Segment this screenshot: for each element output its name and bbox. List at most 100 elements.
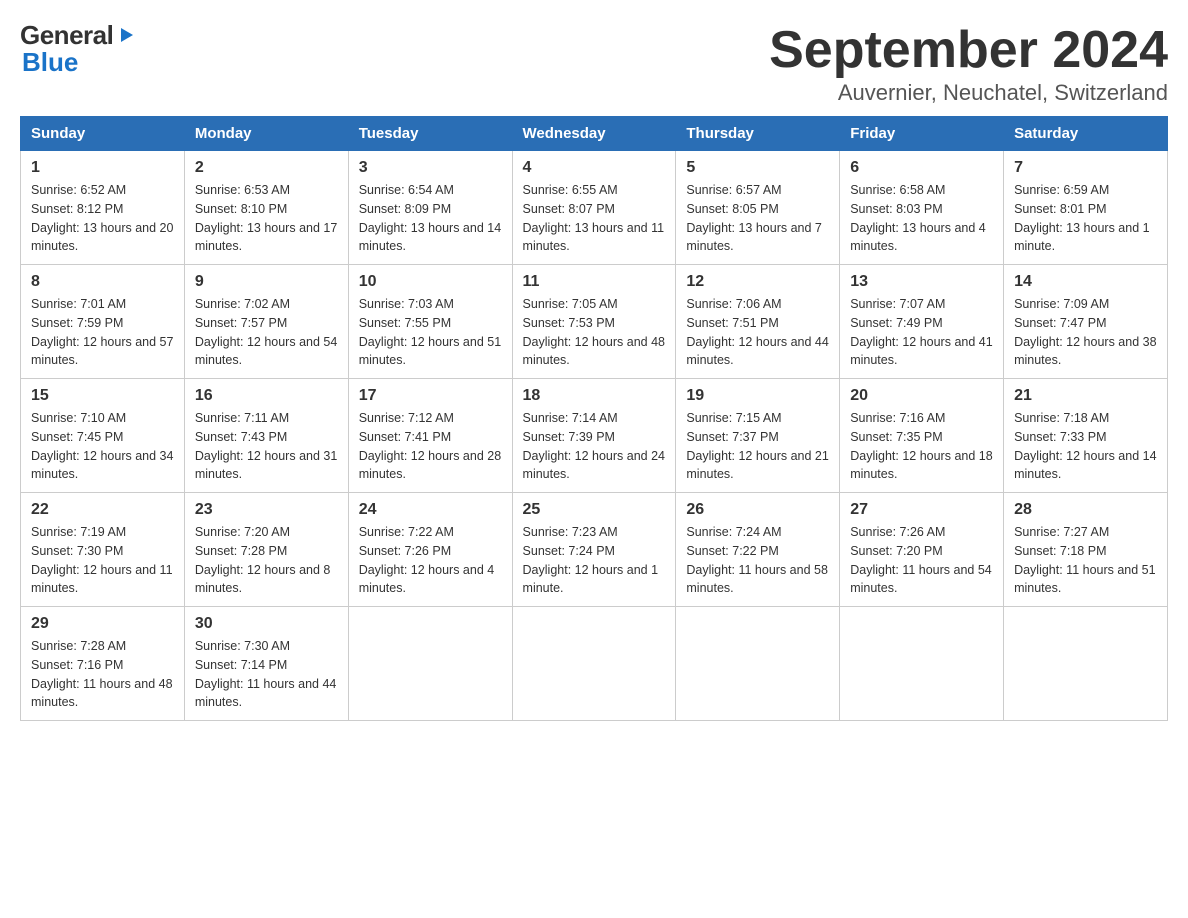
day-number: 27 xyxy=(850,501,993,519)
day-info: Sunrise: 7:15 AMSunset: 7:37 PMDaylight:… xyxy=(686,409,829,484)
calendar-cell: 28 Sunrise: 7:27 AMSunset: 7:18 PMDayligh… xyxy=(1004,493,1168,607)
day-number: 23 xyxy=(195,501,338,519)
calendar-cell: 19 Sunrise: 7:15 AMSunset: 7:37 PMDayligh… xyxy=(676,379,840,493)
day-number: 8 xyxy=(31,273,174,291)
week-row-2: 8 Sunrise: 7:01 AMSunset: 7:59 PMDaylight… xyxy=(21,265,1168,379)
calendar-cell: 29Sunrise: 7:28 AMSunset: 7:16 PMDayligh… xyxy=(21,607,185,721)
day-number: 5 xyxy=(686,159,829,177)
day-number: 2 xyxy=(195,159,338,177)
month-title: September 2024 xyxy=(769,20,1168,80)
day-info: Sunrise: 7:10 AMSunset: 7:45 PMDaylight:… xyxy=(31,409,174,484)
logo-arrow-icon xyxy=(115,22,137,53)
day-info: Sunrise: 6:53 AMSunset: 8:10 PMDaylight:… xyxy=(195,181,338,256)
day-number: 30 xyxy=(195,615,338,633)
day-number: 13 xyxy=(850,273,993,291)
calendar-cell: 1 Sunrise: 6:52 AMSunset: 8:12 PMDaylight… xyxy=(21,151,185,265)
day-info: Sunrise: 6:58 AMSunset: 8:03 PMDaylight:… xyxy=(850,181,993,256)
calendar-cell: 30Sunrise: 7:30 AMSunset: 7:14 PMDayligh… xyxy=(184,607,348,721)
logo: General Blue xyxy=(20,20,137,78)
day-number: 24 xyxy=(359,501,502,519)
weekday-header-saturday: Saturday xyxy=(1004,117,1168,151)
day-info: Sunrise: 7:09 AMSunset: 7:47 PMDaylight:… xyxy=(1014,295,1157,370)
day-number: 17 xyxy=(359,387,502,405)
calendar-cell: 16Sunrise: 7:11 AMSunset: 7:43 PMDayligh… xyxy=(184,379,348,493)
calendar-cell: 21 Sunrise: 7:18 AMSunset: 7:33 PMDayligh… xyxy=(1004,379,1168,493)
day-info: Sunrise: 7:14 AMSunset: 7:39 PMDaylight:… xyxy=(523,409,666,484)
day-number: 19 xyxy=(686,387,829,405)
calendar-cell: 5Sunrise: 6:57 AMSunset: 8:05 PMDaylight… xyxy=(676,151,840,265)
week-row-4: 22Sunrise: 7:19 AMSunset: 7:30 PMDayligh… xyxy=(21,493,1168,607)
week-row-3: 15 Sunrise: 7:10 AMSunset: 7:45 PMDayligh… xyxy=(21,379,1168,493)
title-area: September 2024 Auvernier, Neuchatel, Swi… xyxy=(769,20,1168,106)
page-header: General Blue September 2024 Auvernier, N… xyxy=(20,20,1168,106)
calendar-cell xyxy=(348,607,512,721)
day-info: Sunrise: 7:12 AMSunset: 7:41 PMDaylight:… xyxy=(359,409,502,484)
day-info: Sunrise: 7:27 AMSunset: 7:18 PMDaylight:… xyxy=(1014,523,1157,598)
day-number: 28 xyxy=(1014,501,1157,519)
weekday-header-sunday: Sunday xyxy=(21,117,185,151)
day-number: 4 xyxy=(523,159,666,177)
weekday-header-friday: Friday xyxy=(840,117,1004,151)
week-row-1: 1 Sunrise: 6:52 AMSunset: 8:12 PMDaylight… xyxy=(21,151,1168,265)
day-number: 22 xyxy=(31,501,174,519)
calendar-cell: 25Sunrise: 7:23 AMSunset: 7:24 PMDayligh… xyxy=(512,493,676,607)
weekday-header-row: SundayMondayTuesdayWednesdayThursdayFrid… xyxy=(21,117,1168,151)
day-number: 29 xyxy=(31,615,174,633)
day-number: 21 xyxy=(1014,387,1157,405)
calendar-cell: 2 Sunrise: 6:53 AMSunset: 8:10 PMDaylight… xyxy=(184,151,348,265)
day-number: 20 xyxy=(850,387,993,405)
calendar-cell: 18 Sunrise: 7:14 AMSunset: 7:39 PMDayligh… xyxy=(512,379,676,493)
weekday-header-thursday: Thursday xyxy=(676,117,840,151)
day-info: Sunrise: 7:05 AMSunset: 7:53 PMDaylight:… xyxy=(523,295,666,370)
calendar-cell: 9Sunrise: 7:02 AMSunset: 7:57 PMDaylight… xyxy=(184,265,348,379)
calendar-cell: 14 Sunrise: 7:09 AMSunset: 7:47 PMDayligh… xyxy=(1004,265,1168,379)
calendar-cell: 23 Sunrise: 7:20 AMSunset: 7:28 PMDayligh… xyxy=(184,493,348,607)
day-info: Sunrise: 7:01 AMSunset: 7:59 PMDaylight:… xyxy=(31,295,174,370)
calendar-cell xyxy=(840,607,1004,721)
calendar-cell: 4 Sunrise: 6:55 AMSunset: 8:07 PMDaylight… xyxy=(512,151,676,265)
weekday-header-tuesday: Tuesday xyxy=(348,117,512,151)
calendar-cell: 11 Sunrise: 7:05 AMSunset: 7:53 PMDayligh… xyxy=(512,265,676,379)
day-info: Sunrise: 7:20 AMSunset: 7:28 PMDaylight:… xyxy=(195,523,338,598)
day-number: 16 xyxy=(195,387,338,405)
day-info: Sunrise: 6:59 AMSunset: 8:01 PMDaylight:… xyxy=(1014,181,1157,256)
calendar-cell: 24Sunrise: 7:22 AMSunset: 7:26 PMDayligh… xyxy=(348,493,512,607)
day-number: 14 xyxy=(1014,273,1157,291)
day-number: 7 xyxy=(1014,159,1157,177)
calendar-cell: 22Sunrise: 7:19 AMSunset: 7:30 PMDayligh… xyxy=(21,493,185,607)
day-info: Sunrise: 7:26 AMSunset: 7:20 PMDaylight:… xyxy=(850,523,993,598)
logo-blue-text: Blue xyxy=(22,47,78,78)
calendar-cell: 3Sunrise: 6:54 AMSunset: 8:09 PMDaylight… xyxy=(348,151,512,265)
day-info: Sunrise: 7:03 AMSunset: 7:55 PMDaylight:… xyxy=(359,295,502,370)
day-info: Sunrise: 7:18 AMSunset: 7:33 PMDaylight:… xyxy=(1014,409,1157,484)
day-number: 11 xyxy=(523,273,666,291)
calendar-cell: 27 Sunrise: 7:26 AMSunset: 7:20 PMDayligh… xyxy=(840,493,1004,607)
day-number: 10 xyxy=(359,273,502,291)
day-number: 1 xyxy=(31,159,174,177)
calendar-cell: 26Sunrise: 7:24 AMSunset: 7:22 PMDayligh… xyxy=(676,493,840,607)
weekday-header-monday: Monday xyxy=(184,117,348,151)
calendar-cell: 12Sunrise: 7:06 AMSunset: 7:51 PMDayligh… xyxy=(676,265,840,379)
calendar-cell xyxy=(1004,607,1168,721)
day-number: 15 xyxy=(31,387,174,405)
day-info: Sunrise: 7:07 AMSunset: 7:49 PMDaylight:… xyxy=(850,295,993,370)
day-info: Sunrise: 6:52 AMSunset: 8:12 PMDaylight:… xyxy=(31,181,174,256)
calendar-cell: 6 Sunrise: 6:58 AMSunset: 8:03 PMDaylight… xyxy=(840,151,1004,265)
location-title: Auvernier, Neuchatel, Switzerland xyxy=(769,80,1168,106)
day-number: 18 xyxy=(523,387,666,405)
day-info: Sunrise: 7:23 AMSunset: 7:24 PMDaylight:… xyxy=(523,523,666,598)
logo-row2: Blue xyxy=(22,47,78,78)
day-info: Sunrise: 7:06 AMSunset: 7:51 PMDaylight:… xyxy=(686,295,829,370)
day-info: Sunrise: 6:54 AMSunset: 8:09 PMDaylight:… xyxy=(359,181,502,256)
calendar-cell: 17 Sunrise: 7:12 AMSunset: 7:41 PMDayligh… xyxy=(348,379,512,493)
day-info: Sunrise: 7:02 AMSunset: 7:57 PMDaylight:… xyxy=(195,295,338,370)
day-number: 6 xyxy=(850,159,993,177)
calendar-cell: 7 Sunrise: 6:59 AMSunset: 8:01 PMDaylight… xyxy=(1004,151,1168,265)
calendar-cell: 10 Sunrise: 7:03 AMSunset: 7:55 PMDayligh… xyxy=(348,265,512,379)
calendar-cell xyxy=(512,607,676,721)
calendar-table: SundayMondayTuesdayWednesdayThursdayFrid… xyxy=(20,116,1168,721)
calendar-cell: 15 Sunrise: 7:10 AMSunset: 7:45 PMDayligh… xyxy=(21,379,185,493)
day-number: 26 xyxy=(686,501,829,519)
calendar-cell: 20Sunrise: 7:16 AMSunset: 7:35 PMDayligh… xyxy=(840,379,1004,493)
day-info: Sunrise: 6:55 AMSunset: 8:07 PMDaylight:… xyxy=(523,181,666,256)
